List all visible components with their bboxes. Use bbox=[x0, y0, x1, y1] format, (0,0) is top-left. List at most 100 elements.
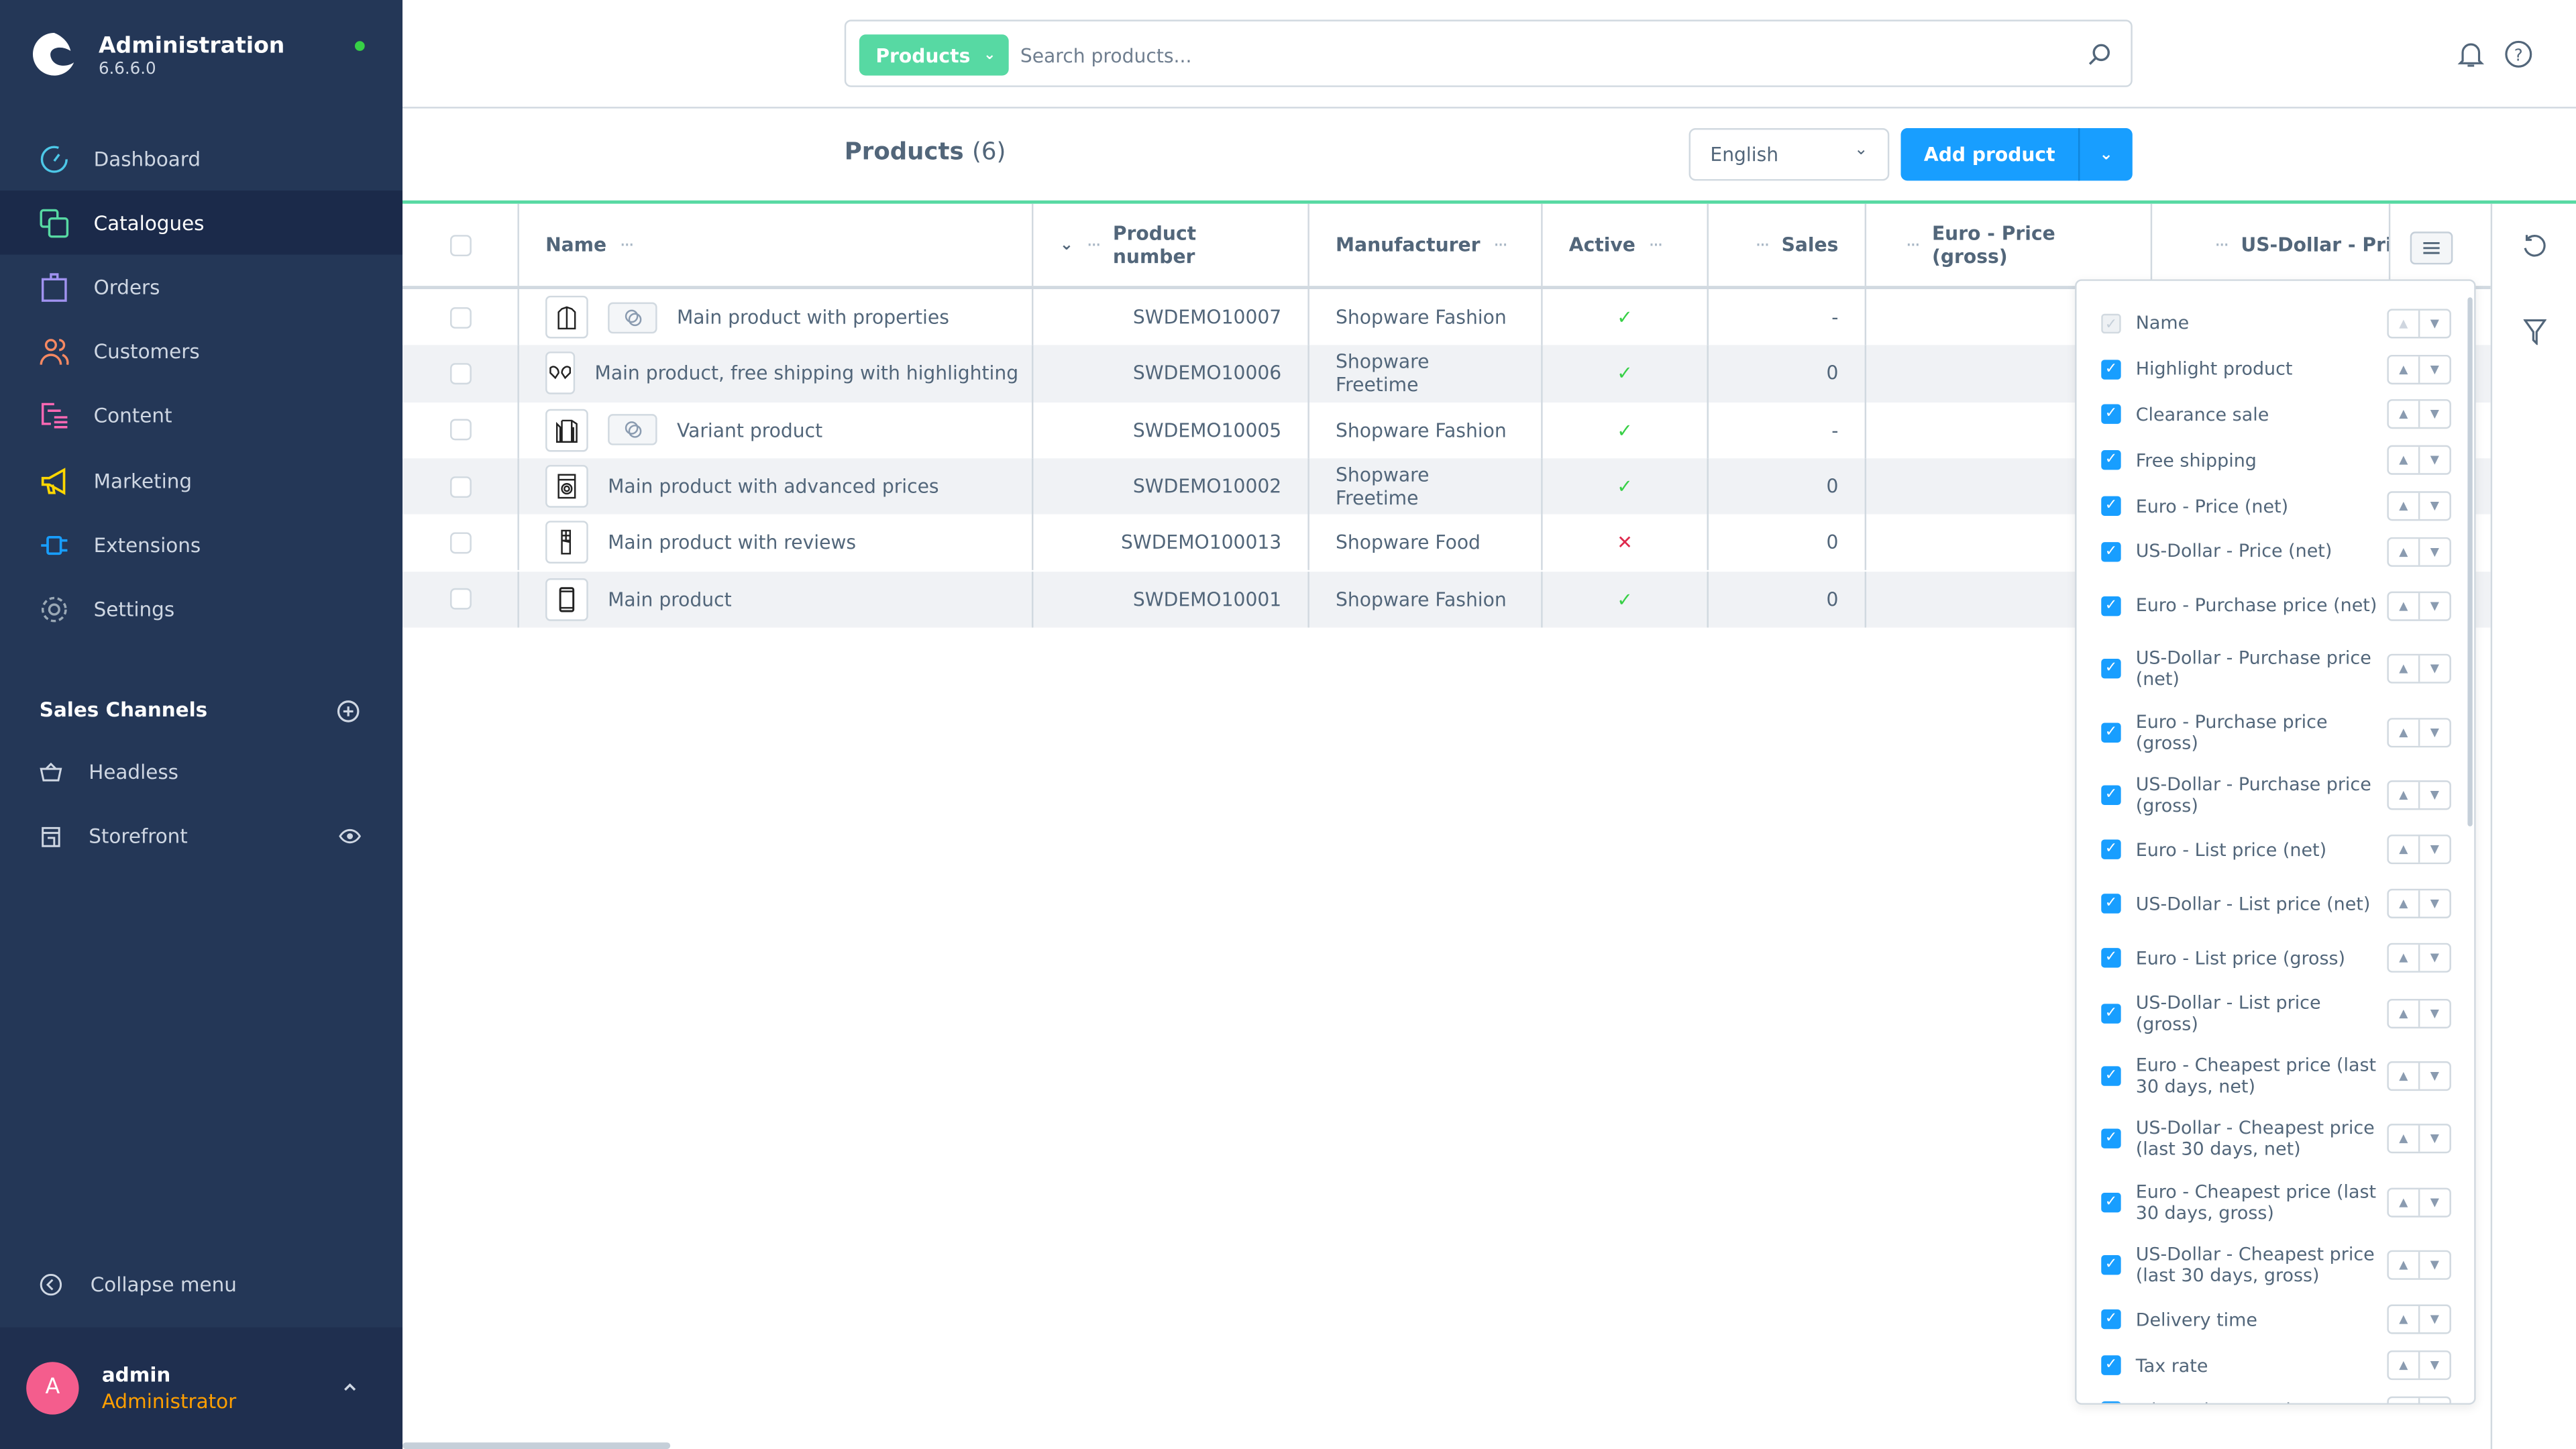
column-menu-icon[interactable]: ··· bbox=[2214, 233, 2229, 256]
column-option[interactable]: ✓ Euro - List price (net) ▲ ▼ bbox=[2077, 827, 2471, 873]
product-name-link[interactable]: Main product with reviews bbox=[608, 531, 856, 554]
move-down-button[interactable]: ▼ bbox=[2418, 1252, 2450, 1279]
move-down-button[interactable]: ▼ bbox=[2418, 492, 2450, 520]
add-sales-channel-icon[interactable] bbox=[337, 700, 360, 722]
sidebar-item-customers[interactable]: Customers bbox=[0, 320, 402, 384]
select-all-checkbox[interactable] bbox=[449, 233, 471, 256]
column-menu-icon[interactable]: ··· bbox=[1755, 233, 1770, 256]
variant-icon[interactable] bbox=[608, 414, 657, 446]
row-checkbox[interactable] bbox=[449, 307, 471, 328]
column-menu-icon[interactable]: ··· bbox=[1493, 233, 1508, 256]
product-name-link[interactable]: Main product with properties bbox=[677, 306, 949, 329]
sales-channel-headless[interactable]: Headless bbox=[0, 739, 402, 804]
column-checkbox[interactable]: ✓ bbox=[2101, 405, 2121, 425]
move-down-button[interactable]: ▼ bbox=[2418, 656, 2450, 683]
move-down-button[interactable]: ▼ bbox=[2418, 539, 2450, 566]
move-down-button[interactable]: ▼ bbox=[2418, 1352, 2450, 1379]
column-header-sales[interactable]: ··· Sales bbox=[1709, 203, 1867, 286]
move-up-button[interactable]: ▲ bbox=[2389, 311, 2418, 337]
column-checkbox[interactable]: ✓ bbox=[2101, 659, 2121, 680]
sidebar-item-settings[interactable]: Settings bbox=[0, 578, 402, 642]
move-down-button[interactable]: ▼ bbox=[2418, 719, 2450, 746]
move-up-button[interactable]: ▲ bbox=[2389, 593, 2418, 619]
refresh-icon[interactable] bbox=[2522, 233, 2548, 260]
sidebar-item-content[interactable]: Content bbox=[0, 384, 402, 449]
column-header-manufacturer[interactable]: Manufacturer ··· bbox=[1309, 203, 1543, 286]
column-header-usd-price[interactable]: ··· US-Dollar - Pric bbox=[2152, 203, 2391, 286]
column-option[interactable]: ✓ Name ▲ ▼ bbox=[2077, 301, 2471, 346]
move-down-button[interactable]: ▼ bbox=[2418, 1063, 2450, 1089]
move-down-button[interactable]: ▼ bbox=[2418, 782, 2450, 809]
row-checkbox[interactable] bbox=[449, 532, 471, 553]
move-up-button[interactable]: ▲ bbox=[2389, 1189, 2418, 1216]
move-up-button[interactable]: ▲ bbox=[2389, 656, 2418, 682]
row-checkbox[interactable] bbox=[449, 363, 471, 384]
row-checkbox[interactable] bbox=[449, 419, 471, 441]
column-checkbox[interactable]: ✓ bbox=[2101, 1003, 2121, 1023]
column-checkbox[interactable]: ✓ bbox=[2101, 596, 2121, 616]
column-menu-icon[interactable]: ··· bbox=[620, 233, 635, 256]
column-menu-icon[interactable]: ··· bbox=[1087, 233, 1102, 256]
column-checkbox[interactable]: ✓ bbox=[2101, 722, 2121, 743]
column-menu-icon[interactable]: ··· bbox=[1906, 233, 1921, 256]
move-down-button[interactable]: ▼ bbox=[2418, 447, 2450, 474]
collapse-menu-button[interactable]: Collapse menu bbox=[0, 1252, 402, 1316]
sales-channel-storefront[interactable]: Storefront bbox=[0, 804, 402, 868]
move-up-button[interactable]: ▲ bbox=[2389, 1063, 2418, 1089]
column-checkbox[interactable]: ✓ bbox=[2101, 1401, 2121, 1403]
column-checkbox[interactable]: ✓ bbox=[2101, 949, 2121, 969]
column-checkbox[interactable]: ✓ bbox=[2101, 450, 2121, 471]
add-product-dropdown-button[interactable]: ⌄ bbox=[2078, 128, 2133, 181]
add-product-button[interactable]: Add product bbox=[1900, 128, 2078, 180]
language-select[interactable]: English ⌄ bbox=[1688, 128, 1890, 181]
move-up-button[interactable]: ▲ bbox=[2389, 891, 2418, 917]
move-down-button[interactable]: ▼ bbox=[2418, 1306, 2450, 1333]
move-up-button[interactable]: ▲ bbox=[2389, 1126, 2418, 1152]
move-up-button[interactable]: ▲ bbox=[2389, 356, 2418, 382]
column-checkbox[interactable]: ✓ bbox=[2101, 541, 2121, 562]
column-settings-button[interactable] bbox=[2410, 231, 2453, 265]
column-option[interactable]: ✓ Euro - Purchase price (net) ▲ ▼ bbox=[2077, 575, 2471, 638]
product-name-link[interactable]: Main product bbox=[608, 588, 732, 610]
column-checkbox[interactable]: ✓ bbox=[2101, 840, 2121, 860]
column-checkbox[interactable]: ✓ bbox=[2101, 1192, 2121, 1212]
column-option[interactable]: ✓ US-Dollar - List price (gross) ▲ ▼ bbox=[2077, 981, 2471, 1044]
move-up-button[interactable]: ▲ bbox=[2389, 1352, 2418, 1379]
column-option[interactable]: ✓ Free shipping ▲ ▼ bbox=[2077, 437, 2471, 483]
bell-icon[interactable] bbox=[2456, 40, 2485, 69]
filter-icon[interactable] bbox=[2523, 319, 2546, 345]
product-name-link[interactable]: Main product, free shipping with highlig… bbox=[595, 362, 1019, 385]
column-option[interactable]: ✓ US-Dollar - Cheapest price (last 30 da… bbox=[2077, 1108, 2471, 1171]
eye-icon[interactable] bbox=[338, 824, 362, 847]
chevron-up-icon[interactable] bbox=[341, 1380, 358, 1393]
column-header-active[interactable]: Active ··· bbox=[1543, 203, 1709, 286]
move-up-button[interactable]: ▲ bbox=[2389, 1252, 2418, 1279]
row-checkbox[interactable] bbox=[449, 588, 471, 610]
search-input[interactable] bbox=[1020, 34, 2055, 76]
move-down-button[interactable]: ▼ bbox=[2418, 356, 2450, 382]
sidebar-item-dashboard[interactable]: Dashboard bbox=[0, 127, 402, 191]
horizontal-scrollbar[interactable] bbox=[402, 1442, 671, 1449]
row-checkbox[interactable] bbox=[449, 476, 471, 497]
move-down-button[interactable]: ▼ bbox=[2418, 891, 2450, 918]
help-icon[interactable]: ? bbox=[2504, 40, 2533, 69]
column-checkbox[interactable]: ✓ bbox=[2101, 1066, 2121, 1086]
column-option[interactable]: ✓ Euro - Price (net) ▲ ▼ bbox=[2077, 483, 2471, 529]
column-option[interactable]: ✓ Delivery time ▲ ▼ bbox=[2077, 1297, 2471, 1342]
column-checkbox[interactable]: ✓ bbox=[2101, 1255, 2121, 1275]
column-option[interactable]: ✓ US-Dollar - List price (net) ▲ ▼ bbox=[2077, 873, 2471, 936]
column-option[interactable]: ✓ US-Dollar - Purchase price (gross) ▲ ▼ bbox=[2077, 764, 2471, 827]
sidebar-item-orders[interactable]: Orders bbox=[0, 256, 402, 320]
move-up-button[interactable]: ▲ bbox=[2389, 402, 2418, 428]
move-up-button[interactable]: ▲ bbox=[2389, 1307, 2418, 1333]
variant-icon[interactable] bbox=[608, 301, 657, 333]
move-down-button[interactable]: ▼ bbox=[2418, 945, 2450, 972]
move-up-button[interactable]: ▲ bbox=[2389, 447, 2418, 474]
column-checkbox[interactable]: ✓ bbox=[2101, 359, 2121, 379]
sidebar-item-extensions[interactable]: Extensions bbox=[0, 513, 402, 578]
move-down-button[interactable]: ▼ bbox=[2418, 401, 2450, 428]
column-option[interactable]: ✓ US-Dollar - Cheapest price (last 30 da… bbox=[2077, 1234, 2471, 1297]
column-menu-icon[interactable]: ··· bbox=[1648, 233, 1663, 256]
user-menu[interactable]: A admin Administrator bbox=[0, 1327, 403, 1449]
move-up-button[interactable]: ▲ bbox=[2389, 837, 2418, 863]
